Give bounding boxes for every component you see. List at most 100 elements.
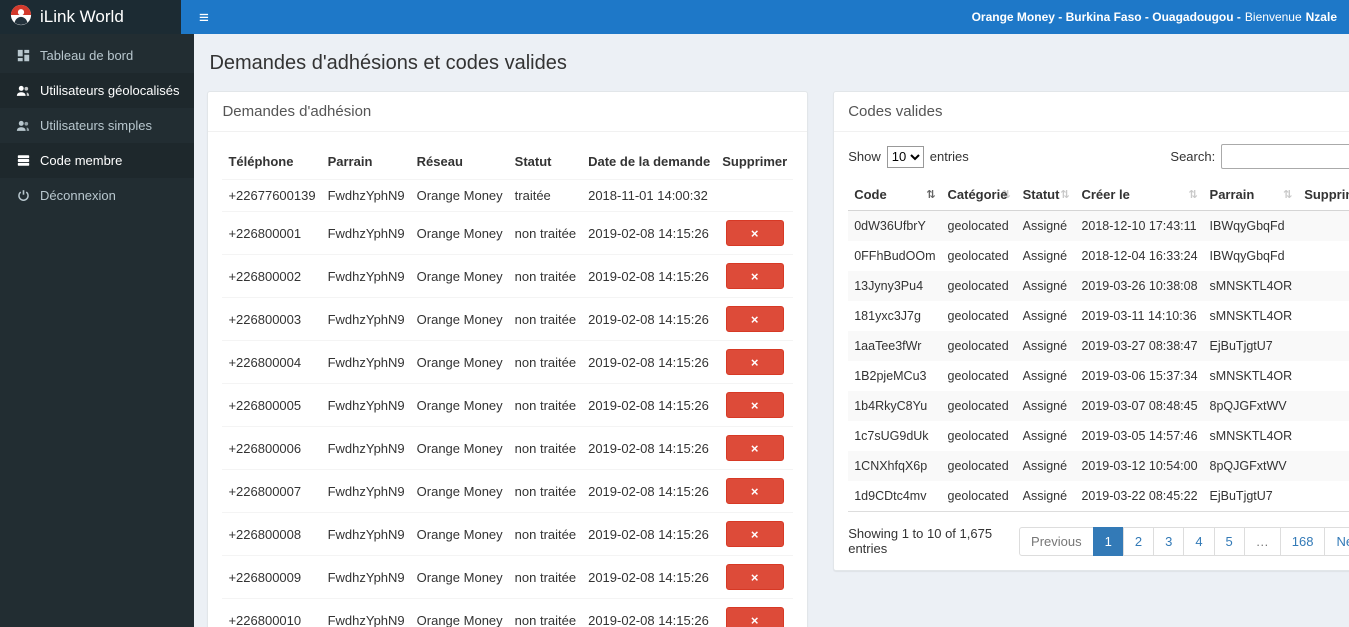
x-icon: × [750, 355, 759, 370]
code-value: 0FFhBudOOm [854, 249, 936, 263]
delete-request-button[interactable]: × [725, 306, 784, 332]
code-category: geolocated [947, 249, 1009, 263]
sidebar-item-label: Utilisateurs géolocalisés [40, 83, 180, 98]
request-status: non traitée [508, 598, 583, 627]
request-row: +226800006 FwdhzYphN9 Orange Money non trai… [222, 426, 794, 470]
delete-request-button[interactable]: × [725, 263, 784, 289]
server-icon [15, 154, 31, 167]
code-delete-cell [1298, 271, 1349, 301]
x-icon: × [750, 398, 759, 413]
request-status: non traitée [508, 383, 583, 427]
delete-request-button[interactable]: × [725, 607, 784, 627]
code-parrain: EjBuTjgtU7 [1209, 489, 1273, 503]
pagination: Previous12345…168Next [1019, 526, 1349, 556]
request-row: +226800010 FwdhzYphN9 Orange Money non trai… [222, 598, 794, 627]
request-delete-cell [716, 179, 794, 212]
search-control: Search: [1170, 144, 1349, 169]
column-label: Parrain [1209, 187, 1255, 202]
codes-column-categorie[interactable]: ⇅ Catégorie [941, 179, 1017, 211]
delete-request-button[interactable]: × [725, 478, 784, 504]
code-value: 181yxc3J7g [854, 309, 921, 323]
codes-column-supprimer[interactable]: ⇅Supprimer [1298, 179, 1349, 211]
delete-request-button[interactable]: × [725, 349, 784, 375]
sidebar-item-code-membre[interactable]: Code membre [0, 143, 195, 178]
requests-panel-body: Téléphone Parrain Réseau Statut Date de la d… [208, 132, 807, 627]
request-row: +226800005 FwdhzYphN9 Orange Money non trai… [222, 383, 794, 427]
code-delete-cell [1298, 391, 1349, 421]
code-category: geolocated [947, 309, 1009, 323]
page-button-1[interactable]: 1 [1092, 526, 1124, 556]
page-button-2[interactable]: 2 [1122, 526, 1155, 556]
request-parrain: FwdhzYphN9 [321, 211, 411, 255]
page-button-next[interactable]: Next [1324, 526, 1349, 556]
page-button-4[interactable]: 4 [1183, 526, 1215, 556]
requests-column-statut: Statut [508, 144, 583, 180]
page-title: Demandes d'adhésions et codes valides [209, 52, 567, 74]
code-category: geolocated [947, 489, 1009, 503]
code-created: 2019-03-22 08:45:22 [1081, 489, 1198, 503]
request-date: 2019-02-08 14:15:26 [582, 340, 717, 384]
code-delete-cell [1298, 211, 1349, 242]
dashboard-icon [15, 49, 31, 62]
request-date: 2019-02-08 14:15:26 [582, 469, 717, 513]
sort-icon: ⇅ [1060, 189, 1070, 201]
request-status: non traitée [508, 469, 583, 513]
request-phone: +226800006 [222, 426, 322, 470]
sort-icon: ⇅ [1282, 189, 1293, 201]
request-date: 2019-02-08 14:15:26 [582, 297, 717, 341]
delete-request-button[interactable]: × [725, 564, 784, 590]
delete-request-button[interactable]: × [725, 392, 784, 418]
power-icon [15, 189, 31, 202]
brand-title: iLink World [40, 7, 124, 26]
page-length-select[interactable]: 10 [886, 145, 924, 168]
request-status: non traitée [508, 340, 583, 384]
sidebar-item-utilisateurs-simples[interactable]: Utilisateurs simples [0, 108, 194, 143]
codes-column-code[interactable]: ⇅ Code [848, 179, 942, 211]
request-phone: +226800008 [222, 512, 322, 556]
sidebar-item-tableau-de-bord[interactable]: Tableau de bord [0, 38, 194, 73]
delete-request-button[interactable]: × [725, 220, 784, 246]
page-button-5[interactable]: 5 [1213, 526, 1245, 556]
page-button-168[interactable]: 168 [1279, 526, 1326, 556]
search-input[interactable] [1221, 144, 1349, 169]
code-parrain: EjBuTjgtU7 [1209, 339, 1273, 353]
request-phone: +22677600139 [222, 179, 322, 212]
code-parrain: sMNSKTL4OR [1209, 279, 1293, 293]
x-icon: × [750, 441, 759, 456]
datatable-controls: Show 10 entries Search: [834, 132, 1349, 179]
request-phone: +226800007 [222, 469, 322, 513]
codes-column-creer-le[interactable]: ⇅ Créer le [1075, 179, 1204, 211]
request-delete-cell: × [716, 254, 794, 298]
request-row: +226800002 FwdhzYphN9 Orange Money non trai… [222, 254, 794, 298]
globe-logo-icon [10, 4, 32, 31]
sidebar-item-utilisateurs-geolocalises[interactable]: Utilisateurs géolocalisés [0, 73, 195, 108]
page-button-3[interactable]: 3 [1153, 526, 1185, 556]
request-phone: +226800004 [222, 340, 322, 384]
code-row: 1CNXhfqX6p geolocated Assigné 2019-03-12 10… [848, 451, 1349, 481]
request-status: traitée [508, 179, 583, 212]
code-row: 1b4RkyC8Yu geolocated Assigné 2019-03-07 08… [848, 391, 1349, 421]
codes-panel: Codes valides Show 10 entries Search: ⇅ … [833, 91, 1349, 571]
datatable-footer: Showing 1 to 10 of 1,675 entries Previou… [834, 512, 1349, 570]
request-parrain: FwdhzYphN9 [321, 469, 411, 513]
hamburger-icon: ≡ [199, 7, 209, 27]
code-status: Assigné [1022, 249, 1068, 263]
codes-column-statut[interactable]: ⇅ Statut [1016, 179, 1076, 211]
search-label: Search: [1170, 149, 1216, 164]
sidebar-toggle-button[interactable]: ≡ [193, 7, 215, 28]
sidebar-item-deconnexion[interactable]: Déconnexion [0, 178, 194, 213]
codes-table: ⇅Code⇅Catégorie⇅Statut⇅Créer le⇅Parrain⇅… [848, 179, 1349, 512]
request-parrain: FwdhzYphN9 [321, 426, 411, 470]
x-icon: × [750, 570, 759, 585]
brand[interactable]: iLink World [0, 0, 181, 34]
delete-request-button[interactable]: × [725, 435, 784, 461]
code-parrain: sMNSKTL4OR [1209, 429, 1293, 443]
page-button-ellipsis: … [1243, 526, 1281, 556]
column-label: Statut [1022, 187, 1060, 202]
request-network: Orange Money [410, 179, 509, 212]
code-delete-cell [1298, 451, 1349, 481]
code-parrain: sMNSKTL4OR [1209, 309, 1293, 323]
delete-request-button[interactable]: × [725, 521, 784, 547]
code-category: geolocated [947, 369, 1009, 383]
codes-column-parrain[interactable]: ⇅ Parrain [1203, 179, 1299, 211]
